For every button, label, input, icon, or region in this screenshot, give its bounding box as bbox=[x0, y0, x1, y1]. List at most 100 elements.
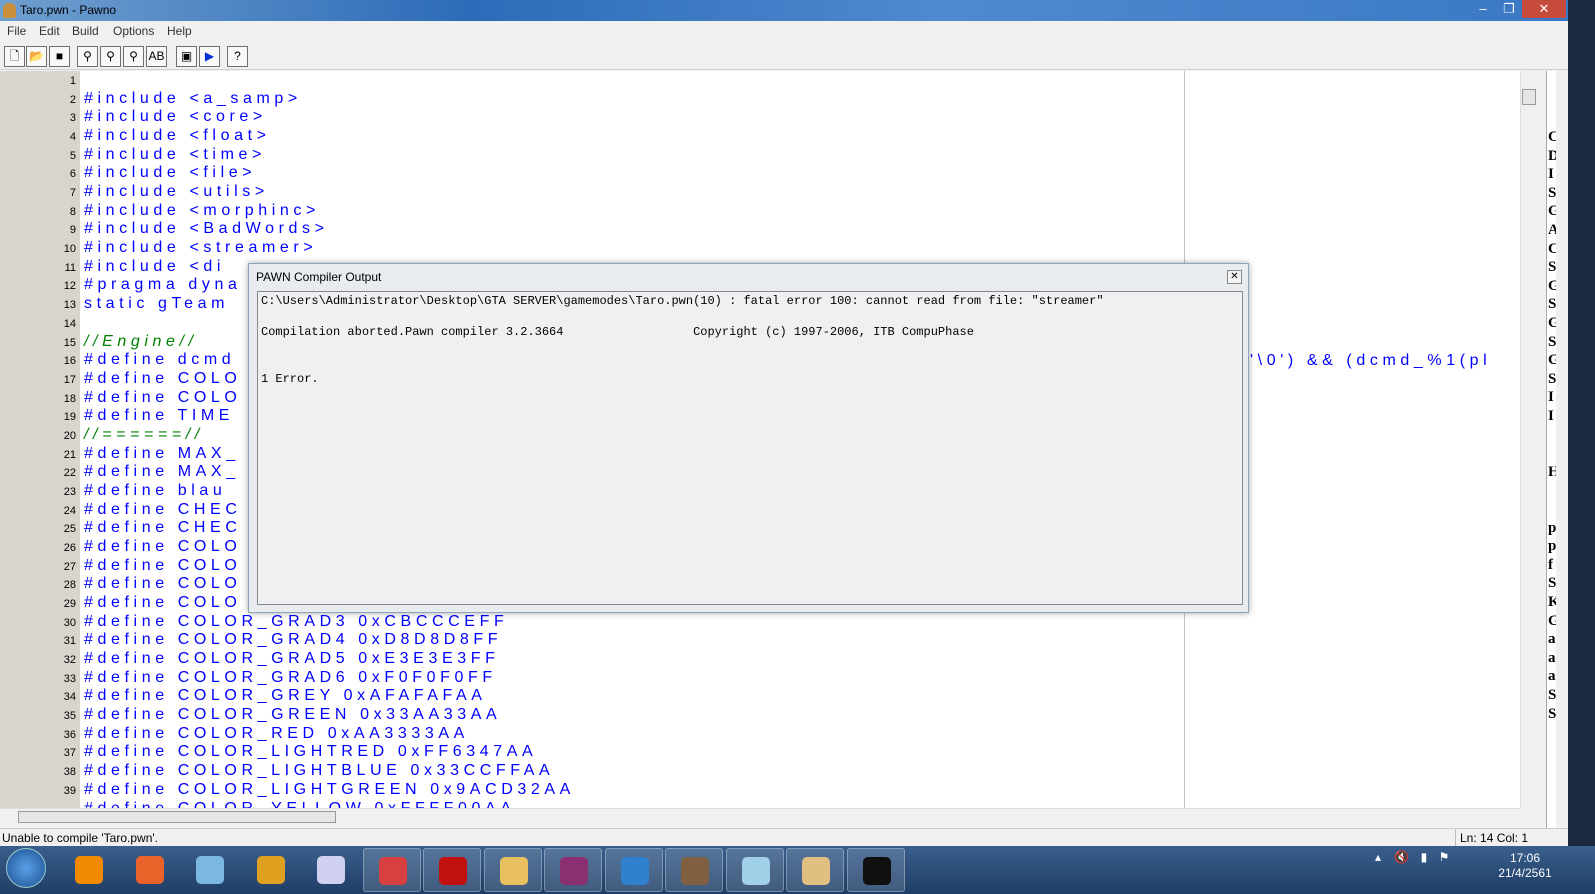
clock-date: 21/4/2561 bbox=[1498, 866, 1552, 880]
function-list-item[interactable]: a bbox=[1548, 631, 1556, 648]
line-number: 34 bbox=[63, 691, 76, 704]
code-line: #define MAX_ bbox=[84, 463, 240, 481]
function-list-item[interactable]: f bbox=[1548, 557, 1553, 574]
line-number: 11 bbox=[64, 261, 76, 274]
chrome-icon bbox=[256, 856, 285, 884]
menu-options[interactable]: Options bbox=[113, 24, 154, 38]
line-number: 4 bbox=[69, 131, 76, 144]
compiler-output-text[interactable]: C:\Users\Administrator\Desktop\GTA SERVE… bbox=[257, 291, 1243, 605]
scroll-thumb[interactable] bbox=[1522, 89, 1536, 105]
code-line: #include <a_samp> bbox=[84, 89, 302, 107]
taskbar-app-explorer[interactable] bbox=[483, 848, 542, 892]
line-number: 15 bbox=[63, 336, 76, 349]
open-folder-button[interactable]: 📂 bbox=[26, 46, 47, 67]
compile-button[interactable]: ▣ bbox=[176, 46, 197, 67]
scroll-thumb[interactable] bbox=[18, 811, 336, 823]
code-line: #include <time> bbox=[84, 145, 266, 163]
function-list-item[interactable]: I bbox=[1548, 408, 1554, 425]
clock[interactable]: 17:06 21/4/2561 bbox=[1495, 851, 1555, 881]
line-number: 30 bbox=[63, 616, 76, 629]
taskbar-app-circle-app[interactable] bbox=[604, 848, 663, 892]
action-center-icon[interactable]: ⚑ bbox=[1439, 850, 1450, 864]
code-line: #define COLOR_GREEN 0x33AA33AA bbox=[84, 706, 502, 724]
output-line-summary: 1 Error. bbox=[261, 372, 319, 386]
line-number: 35 bbox=[63, 710, 76, 723]
taskbar-app-vlc[interactable] bbox=[60, 848, 118, 892]
taskbar-app-cmd[interactable] bbox=[846, 848, 905, 892]
code-line: #include <streamer> bbox=[84, 239, 318, 257]
taskbar-app-pinwheel[interactable] bbox=[181, 848, 239, 892]
line-number: 26 bbox=[63, 542, 76, 554]
snipping-tool-icon bbox=[378, 857, 407, 885]
line-number: 16 bbox=[63, 355, 76, 368]
volume-muted-icon[interactable]: 🔇 bbox=[1394, 850, 1409, 864]
find-next-button[interactable]: ⚲ bbox=[100, 46, 121, 67]
line-number: 25 bbox=[63, 523, 76, 536]
line-number: 17 bbox=[63, 373, 76, 386]
start-button[interactable] bbox=[6, 848, 46, 888]
output-horizontal-scrollbar[interactable] bbox=[258, 587, 1226, 604]
cursor-position: Ln: 14 Col: 1 bbox=[1455, 829, 1532, 847]
function-list-item[interactable]: a bbox=[1548, 668, 1556, 685]
menu-file[interactable]: File bbox=[7, 24, 26, 38]
maximize-button[interactable]: ❐ bbox=[1496, 0, 1522, 18]
editor-horizontal-scrollbar[interactable] bbox=[0, 808, 1520, 825]
new-file-button[interactable]: 🗋 bbox=[4, 46, 25, 67]
taskbar-app-chrome[interactable] bbox=[242, 848, 300, 892]
line-number: 5 bbox=[69, 149, 76, 162]
menu-edit[interactable]: Edit bbox=[39, 24, 60, 38]
dialog-close-button[interactable]: ✕ bbox=[1227, 270, 1242, 284]
taskbar-app-snipping-tool[interactable] bbox=[362, 848, 421, 892]
winrar-icon bbox=[560, 857, 588, 885]
function-list-scrollbar[interactable] bbox=[1556, 71, 1568, 828]
help-button[interactable]: ? bbox=[227, 46, 248, 67]
line-number: 7 bbox=[69, 187, 76, 200]
network-icon[interactable]: ▮ bbox=[1421, 850, 1428, 864]
grid-app-icon bbox=[317, 856, 345, 884]
replace-icon: AB bbox=[148, 49, 165, 63]
find-prev-button[interactable]: ⚲ bbox=[123, 46, 144, 67]
code-line: static gTeam bbox=[84, 295, 230, 313]
line-number: 8 bbox=[69, 205, 76, 218]
line-number: 9 bbox=[69, 224, 76, 237]
app-orange-icon bbox=[135, 856, 164, 884]
code-line: #define COLO bbox=[84, 388, 242, 406]
run-button[interactable]: ▶ bbox=[199, 46, 220, 67]
taskbar-app-app-orange[interactable] bbox=[121, 848, 179, 892]
notepad-icon bbox=[741, 857, 770, 885]
line-number: 29 bbox=[63, 598, 76, 611]
line-number: 14 bbox=[63, 317, 76, 330]
minimize-button[interactable]: – bbox=[1470, 0, 1496, 18]
show-hidden-icons[interactable]: ▴ bbox=[1375, 850, 1381, 864]
line-number: 2 bbox=[69, 93, 76, 106]
function-list-item[interactable]: I bbox=[1548, 389, 1554, 406]
taskbar-app-samp[interactable] bbox=[786, 848, 844, 892]
pawno-window: Taro.pwn - Pawno – ❐ ✕ File Edit Build O… bbox=[0, 0, 1568, 847]
menu-build[interactable]: Build bbox=[72, 24, 99, 38]
taskbar-app-winrar[interactable] bbox=[544, 848, 602, 892]
close-button[interactable]: ✕ bbox=[1522, 0, 1566, 18]
function-list-item[interactable]: a bbox=[1548, 650, 1556, 667]
find-button[interactable]: ⚲ bbox=[77, 46, 98, 67]
line-number: 3 bbox=[69, 112, 76, 125]
taskbar-app-grid-app[interactable] bbox=[302, 848, 360, 892]
line-number: 22 bbox=[63, 467, 76, 480]
code-line: #define COLO bbox=[84, 556, 242, 574]
taskbar-app-garena[interactable] bbox=[423, 848, 481, 892]
save-button[interactable]: ■ bbox=[49, 46, 70, 67]
replace-button[interactable]: AB bbox=[146, 46, 167, 67]
garena-icon bbox=[439, 857, 467, 885]
code-line: #include <utils> bbox=[84, 183, 269, 201]
taskbar-app-notepad[interactable] bbox=[725, 848, 784, 892]
output-vertical-scrollbar[interactable] bbox=[1225, 292, 1242, 588]
taskbar-app-gta-sa[interactable] bbox=[665, 848, 723, 892]
editor-vertical-scrollbar[interactable] bbox=[1520, 71, 1537, 808]
taskbar bbox=[0, 846, 1595, 894]
function-list-item[interactable]: I bbox=[1548, 166, 1554, 183]
code-line: #define COLOR_LIGHTRED 0xFF6347AA bbox=[84, 743, 538, 761]
window-title: Taro.pwn - Pawno bbox=[20, 3, 117, 17]
explorer-icon bbox=[499, 857, 528, 885]
menu-help[interactable]: Help bbox=[167, 24, 192, 38]
code-line: #include <file> bbox=[84, 164, 257, 182]
line-number: 39 bbox=[63, 784, 76, 797]
